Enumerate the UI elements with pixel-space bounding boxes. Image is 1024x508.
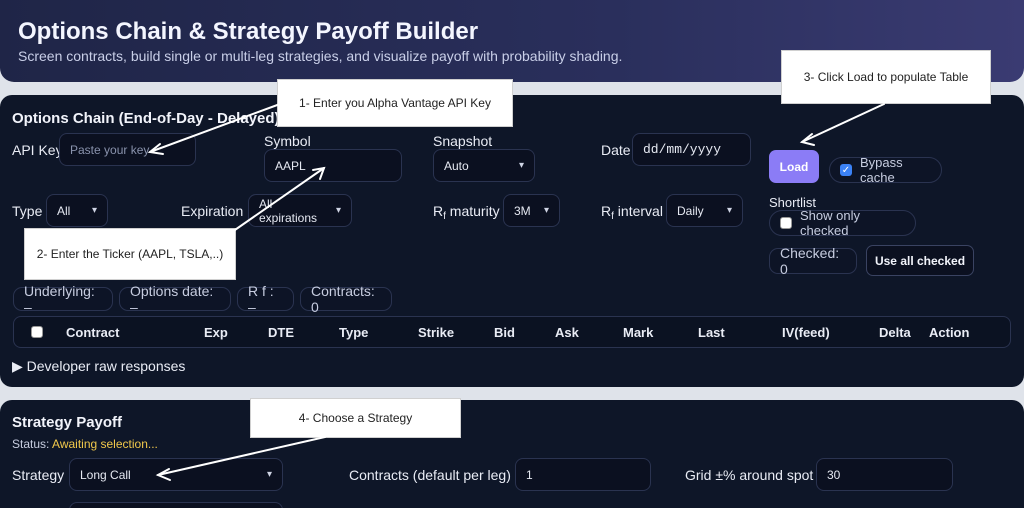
strategy-payoff-title: Strategy Payoff [12,414,123,431]
page-subtitle: Screen contracts, build single or multi-… [18,48,623,64]
strategy-payoff-card [0,400,1024,508]
type-select[interactable]: All ▾ [46,194,108,227]
col-iv-feed[interactable]: IV(feed) [782,325,830,340]
checkbox-checked-icon[interactable]: ✓ [840,164,852,176]
page-title: Options Chain & Strategy Payoff Builder [18,18,479,45]
col-action[interactable]: Action [929,325,969,340]
rf-interval-select[interactable]: Daily ▾ [666,194,743,227]
rf-interval-label: Rf interval [601,203,663,222]
developer-raw-responses-toggle[interactable]: ▶ Developer raw responses [12,358,185,375]
contracts-input[interactable]: 1 [515,458,651,491]
expiration-select[interactable]: All expirations ▾ [248,194,352,227]
rf-maturity-select[interactable]: 3M ▾ [503,194,560,227]
rf-chip: R f : – [237,283,294,315]
next-field[interactable] [69,502,283,508]
options-table-header: Contract Exp DTE Type Strike Bid Ask Mar… [13,316,1011,348]
load-button[interactable]: Load [769,150,819,183]
rf-interval-value: Daily [677,203,704,218]
callout-step-3: 3- Click Load to populate Table [782,51,990,103]
grid-label: Grid ±% around spot [685,467,814,483]
strategy-value: Long Call [80,467,131,482]
col-exp[interactable]: Exp [204,325,228,340]
col-bid[interactable]: Bid [494,325,515,340]
col-contract[interactable]: Contract [66,325,119,340]
date-label: Date [601,142,631,158]
contracts-chip: Contracts: 0 [300,283,392,315]
rf-maturity-value: 3M [514,203,531,218]
callout-step-2: 2- Enter the Ticker (AAPL, TSLA,..) [25,229,235,279]
strategy-label: Strategy [12,467,65,483]
grid-input[interactable]: 30 [816,458,953,491]
snapshot-value: Auto [444,158,469,173]
use-all-checked-button[interactable]: Use all checked [866,245,974,276]
underlying-chip: Underlying: – [13,283,113,315]
symbol-input[interactable]: AAPL [264,149,402,182]
contracts-label: Contracts (default per leg) [349,467,511,483]
col-ask[interactable]: Ask [555,325,579,340]
chevron-down-icon: ▾ [543,205,549,216]
chevron-down-icon: ▾ [518,160,524,171]
col-last[interactable]: Last [698,325,725,340]
rf-maturity-label: Rf maturity [433,203,500,222]
col-delta[interactable]: Delta [879,325,911,340]
bypass-cache-toggle[interactable]: ✓ Bypass cache [829,155,942,185]
callout-step-4: 4- Choose a Strategy [251,399,460,437]
api-key-label: API Key [12,142,63,158]
options-chain-title: Options Chain (End-of-Day - Delayed) [12,110,280,127]
show-only-checked-toggle[interactable]: Show only checked [769,208,916,238]
chevron-down-icon: ▾ [335,205,341,216]
type-value: All [57,203,71,218]
snapshot-select[interactable]: Auto ▾ [433,149,535,182]
col-dte[interactable]: DTE [268,325,294,340]
show-only-checked-label: Show only checked [800,208,860,238]
select-all-checkbox[interactable] [31,326,43,338]
chevron-down-icon: ▾ [266,469,272,480]
expiration-value: All expirations [259,196,318,225]
api-key-input[interactable]: Paste your key [59,133,196,166]
snapshot-label: Snapshot [433,133,493,149]
chevron-down-icon: ▾ [91,205,97,216]
col-type[interactable]: Type [339,325,368,340]
date-input[interactable]: dd/mm/yyyy [632,133,751,166]
expiration-label: Expiration [181,203,244,219]
checkbox-unchecked-icon[interactable] [780,217,792,229]
type-label: Type [12,203,43,219]
chevron-down-icon: ▾ [726,205,732,216]
col-mark[interactable]: Mark [623,325,653,340]
callout-step-1: 1- Enter you Alpha Vantage API Key [278,80,512,126]
status-line: Status: Awaiting selection... [12,437,158,451]
status-value: Awaiting selection... [52,437,158,451]
symbol-label: Symbol [264,133,311,149]
options-date-chip: Options date: – [119,283,231,315]
bypass-cache-label: Bypass cache [860,155,903,185]
strategy-select[interactable]: Long Call ▾ [69,458,283,491]
checked-count-badge: Checked: 0 [769,245,857,277]
col-strike[interactable]: Strike [418,325,454,340]
